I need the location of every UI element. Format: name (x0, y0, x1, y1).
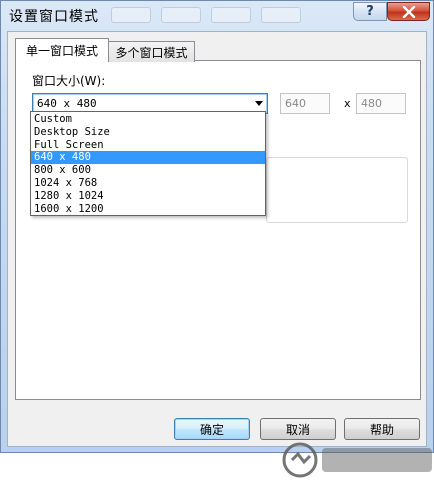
dialog-client-area: 单一窗口模式 多个窗口模式 窗口大小(W): 640 x 480 640 x 4… (7, 31, 432, 478)
dropdown-option[interactable]: 1280 x 1024 (31, 190, 265, 203)
chevron-down-icon[interactable] (255, 101, 263, 106)
background-tab-ghost (261, 7, 301, 23)
question-mark-icon: ? (366, 4, 374, 19)
width-field[interactable]: 640 (280, 93, 330, 114)
dropdown-option[interactable]: 800 x 600 (31, 164, 265, 177)
dropdown-option[interactable]: 1024 x 768 (31, 177, 265, 190)
dropdown-option[interactable]: Custom (31, 113, 265, 126)
close-icon (402, 5, 415, 18)
background-tab-ghost (111, 7, 151, 23)
title-bar[interactable]: 设置窗口模式 ? (1, 1, 433, 31)
window-title: 设置窗口模式 (9, 9, 99, 25)
close-button[interactable] (387, 2, 430, 21)
ok-button[interactable]: 确定 (174, 418, 250, 440)
tab-single-window[interactable]: 单一窗口模式 (15, 38, 109, 61)
tab-multiple-window[interactable]: 多个窗口模式 (108, 41, 195, 62)
dialog-window: 设置窗口模式 ? 单一窗口模式 多个窗口模式 窗口大小(W): 640 x 48… (0, 0, 434, 478)
window-size-label: 窗口大小(W): (32, 74, 106, 88)
background-tab-ghost (161, 7, 201, 23)
background-tab-ghost (211, 7, 251, 23)
options-group-box (266, 157, 408, 223)
watermark-logo (282, 442, 432, 478)
size-separator: x (344, 97, 351, 110)
dropdown-option[interactable]: 1600 x 1200 (31, 203, 265, 216)
window-size-dropdown-list: Custom Desktop Size Full Screen 640 x 48… (30, 111, 266, 216)
dropdown-option[interactable]: Full Screen (31, 139, 265, 152)
combobox-value: 640 x 480 (37, 97, 97, 110)
help-title-button[interactable]: ? (353, 2, 387, 21)
dropdown-option-selected[interactable]: 640 x 480 (31, 151, 265, 165)
height-field[interactable]: 480 (356, 93, 406, 114)
dropdown-option[interactable]: Desktop Size (31, 126, 265, 139)
